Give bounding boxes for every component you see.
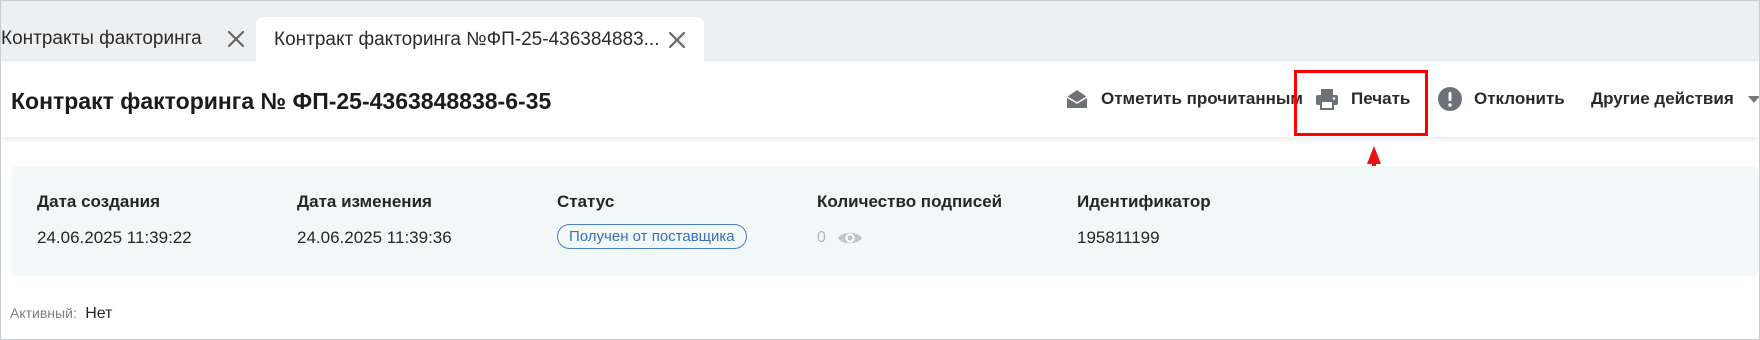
eye-icon[interactable] (836, 228, 864, 248)
signatures-count: 0 (817, 229, 826, 246)
modified-label: Дата изменения (297, 192, 432, 211)
exclamation-circle-icon (1436, 85, 1464, 113)
info-panel: Дата создания 24.06.2025 11:39:22 Дата и… (11, 166, 1759, 276)
active-status-row: Активный: Нет (10, 305, 113, 323)
reject-label: Отклонить (1474, 89, 1565, 108)
print-button[interactable]: Печать (1313, 79, 1410, 119)
identifier-label: Идентификатор (1077, 192, 1211, 211)
close-icon[interactable] (223, 26, 249, 52)
status-label: Статус (557, 192, 615, 211)
status-value-wrap: Получен от поставщика (557, 224, 747, 249)
print-label: Печать (1351, 89, 1411, 108)
mark-read-button[interactable]: Отметить прочитанным (1063, 79, 1303, 119)
signatures-value-wrap: 0 (817, 228, 1002, 248)
other-actions-label: Другие действия (1591, 89, 1734, 108)
tab-label: Контракты факторинга (1, 28, 202, 49)
modified-value: 24.06.2025 11:39:36 (297, 228, 452, 247)
envelope-open-icon (1063, 85, 1091, 113)
tab-label: Контракт факторинга №ФП-25-436384883... (274, 28, 660, 50)
reject-button[interactable]: Отклонить (1436, 79, 1565, 119)
page-title: Контракт факторинга № ФП-25-4363848838-6… (11, 88, 552, 114)
active-value: Нет (85, 305, 113, 322)
close-icon[interactable] (664, 27, 690, 53)
modified-field: Дата изменения 24.06.2025 11:39:36 (297, 192, 452, 248)
status-field: Статус Получен от поставщика (557, 192, 747, 249)
created-label: Дата создания (37, 192, 161, 211)
caret-down-icon (1747, 95, 1759, 103)
tab-bar: Контракты факторинга Контракт факторинга… (1, 1, 1759, 62)
identifier-field: Идентификатор 195811199 (1077, 192, 1211, 248)
other-actions-dropdown[interactable]: Другие действия (1591, 79, 1759, 119)
mark-read-label: Отметить прочитанным (1101, 89, 1303, 108)
active-label: Активный: (10, 305, 77, 321)
tab-contracts-list[interactable]: Контракты факторинга (1, 17, 251, 61)
created-field: Дата создания 24.06.2025 11:39:22 (37, 192, 192, 248)
identifier-value: 195811199 (1077, 228, 1160, 247)
signatures-label: Количество подписей (817, 192, 1003, 211)
printer-icon (1313, 85, 1341, 113)
status-badge: Получен от поставщика (557, 224, 747, 249)
signatures-field: Количество подписей 0 (817, 192, 1002, 248)
tab-contract-detail[interactable]: Контракт факторинга №ФП-25-436384883... (256, 17, 704, 62)
page-header: Контракт факторинга № ФП-25-4363848838-6… (1, 61, 1759, 137)
app-window: Контракты факторинга Контракт факторинга… (0, 0, 1760, 340)
created-value: 24.06.2025 11:39:22 (37, 228, 192, 247)
